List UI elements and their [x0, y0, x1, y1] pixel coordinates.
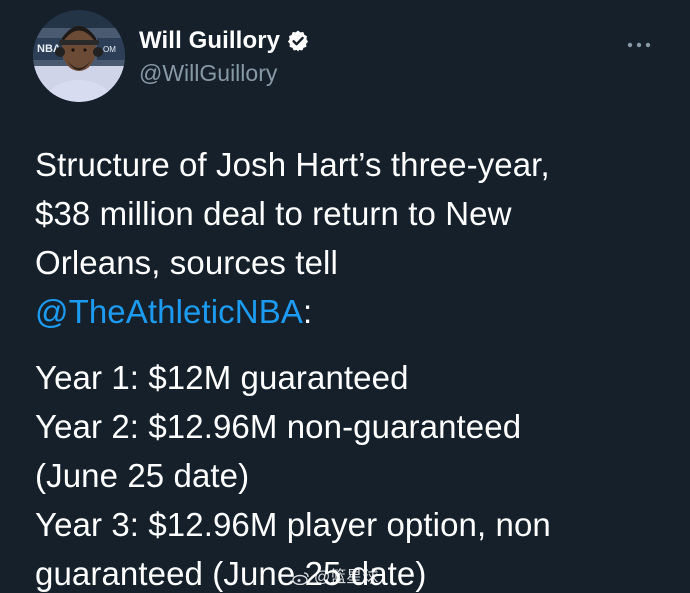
mention-suffix: : [302, 293, 313, 330]
avatar-photo: NBA OM [33, 10, 125, 102]
weibo-icon [292, 571, 310, 585]
tweet-line: $38 million deal to return to New [35, 195, 512, 232]
more-options-icon[interactable] [625, 38, 653, 52]
watermark: @篮星球 [292, 563, 378, 587]
tweet-line: Year 3: $12.96M player option, non [35, 506, 551, 543]
verified-badge-icon [286, 29, 310, 53]
tweet-line: Orleans, sources tell [35, 244, 338, 281]
display-name[interactable]: Will Guillory [139, 27, 280, 55]
tweet-text: Structure of Josh Hart’s three-year, $38… [35, 140, 675, 593]
tweet-line: Year 2: $12.96M non-guaranteed [35, 408, 522, 445]
tweet-line: Year 1: $12M guaranteed [35, 359, 409, 396]
tweet-line: (June 25 date) [35, 457, 250, 494]
tweet-paragraph-2: Year 1: $12M guaranteed Year 2: $12.96M … [35, 353, 675, 593]
user-meta: Will Guillory @WillGuillory [139, 26, 310, 87]
tweet-card: NBA OM Will Guillory @WillGuillory Struc… [0, 0, 690, 593]
tweet-paragraph-1: Structure of Josh Hart’s three-year, $38… [35, 140, 675, 336]
mention-link[interactable]: @TheAthleticNBA [35, 293, 303, 330]
name-row: Will Guillory [139, 26, 310, 56]
mention-line: @TheAthleticNBA: [35, 287, 675, 336]
tweet-header: NBA OM Will Guillory @WillGuillory [33, 10, 673, 105]
tweet-line: Structure of Josh Hart’s three-year, [35, 146, 550, 183]
svg-text:OM: OM [103, 45, 116, 54]
user-handle[interactable]: @WillGuillory [139, 60, 310, 87]
watermark-text: @篮星球 [314, 569, 379, 586]
avatar[interactable]: NBA OM [33, 10, 125, 102]
